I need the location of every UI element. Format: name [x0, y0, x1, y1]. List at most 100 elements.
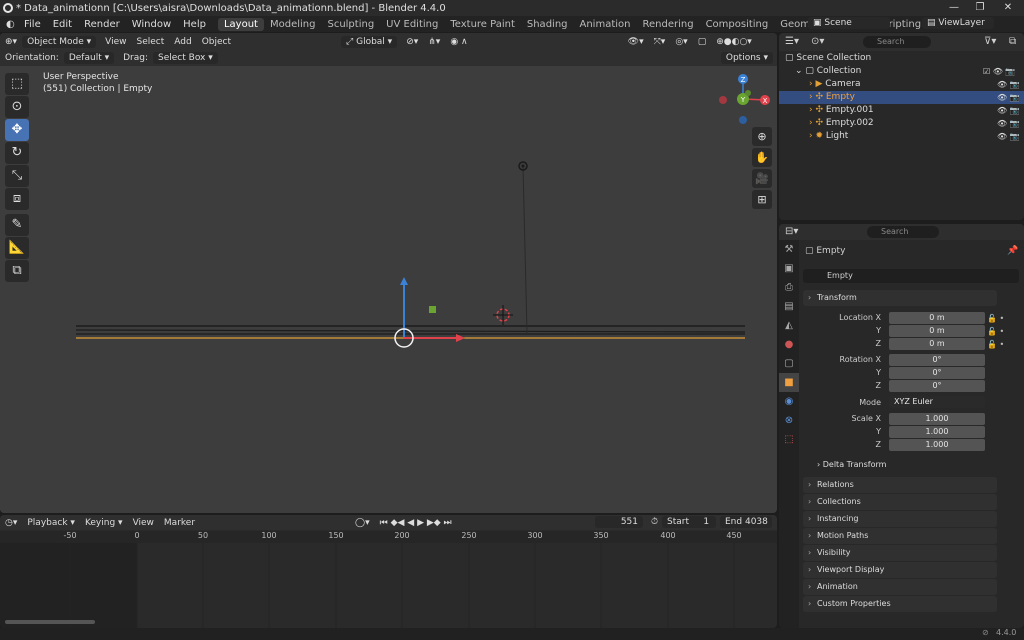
scale-z-field[interactable]: 1.000 [889, 439, 985, 451]
menu-help[interactable]: Help [177, 19, 212, 30]
pin-icon[interactable]: 📌 [1007, 246, 1018, 256]
new-collection-icon[interactable]: ⧉ [1009, 36, 1016, 47]
physics-tab-icon[interactable]: ◉ [779, 392, 799, 411]
scene-selector[interactable]: ▣ Scene [808, 17, 890, 29]
collection-tab-icon[interactable]: ▢ [779, 354, 799, 373]
rotation-z-field[interactable]: 0° [889, 380, 985, 392]
data-tab-icon[interactable]: ⬚ [779, 430, 799, 449]
maximize-button[interactable]: ❐ [966, 0, 994, 16]
filter-icon[interactable]: ⊽▾ [984, 36, 996, 47]
auto-key-icon[interactable]: ◯▾ [350, 517, 375, 529]
render-tab-icon[interactable]: ▣ [779, 259, 799, 278]
tree-item-light[interactable]: › ✹ Light 👁 📷 [779, 130, 1024, 143]
current-frame-field[interactable]: 551 [595, 516, 643, 528]
timeline-editor-icon[interactable]: ◷▾ [0, 517, 22, 529]
frame-ruler[interactable]: -50 0 50 100 150 200 250 300 350 400 450 [0, 531, 777, 543]
world-tab-icon[interactable]: ● [779, 335, 799, 354]
transform-section-header[interactable]: Transform [803, 290, 997, 306]
close-button[interactable]: ✕ [994, 0, 1022, 16]
constraints-tab-icon[interactable]: ⊗ [779, 411, 799, 430]
zoom-icon[interactable]: ⊕ [752, 127, 772, 146]
stopwatch-icon[interactable]: ⏱ [646, 516, 663, 528]
tick-label: -50 [63, 531, 77, 540]
tab-layout[interactable]: Layout [217, 17, 264, 31]
collection-visibility-icons[interactable]: ☑ 👁 📷 [983, 65, 1015, 78]
playback-menu[interactable]: Playback ▾ [22, 517, 80, 529]
timeline-track-area[interactable] [0, 543, 777, 628]
tree-item-empty[interactable]: › ✣ Empty 👁 📷 [779, 91, 1024, 104]
visibility-section[interactable]: Visibility [803, 545, 997, 561]
instancing-section[interactable]: Instancing [803, 511, 997, 527]
rotation-mode-dropdown[interactable]: XYZ Euler [889, 396, 985, 408]
collections-section[interactable]: Collections [803, 494, 997, 510]
blender-menu-icon[interactable]: ◐ [0, 19, 18, 30]
location-y-field[interactable]: 0 m [889, 325, 985, 337]
pan-hand-icon[interactable]: ✋ [752, 148, 772, 167]
relations-section[interactable]: Relations [803, 477, 997, 493]
tab-compositing[interactable]: Compositing [700, 18, 775, 31]
object-tab-icon[interactable]: ■ [779, 373, 799, 392]
properties-search-input[interactable]: Search [867, 226, 939, 238]
timeline-scrollbar[interactable] [5, 620, 95, 624]
tab-animation[interactable]: Animation [574, 18, 637, 31]
lock-toggles[interactable]: 🔓 • 🔓 • 🔓 • [987, 312, 1017, 351]
playback-controls[interactable]: ⏮ ◆◀ ◀ ▶ ▶◆ ⏭ [375, 517, 457, 529]
tab-sculpting[interactable]: Sculpting [321, 18, 380, 31]
menu-edit[interactable]: Edit [47, 19, 78, 30]
start-frame-field[interactable]: Start 1 [662, 516, 716, 528]
tree-collection[interactable]: ⌄ ▢ Collection ☑ 👁 📷 [779, 65, 1024, 78]
view-layer-tab-icon[interactable]: ▤ [779, 297, 799, 316]
empty-origin-marker[interactable] [429, 306, 436, 313]
empty-002-visibility-icons[interactable]: 👁 📷 [997, 117, 1020, 130]
tree-scene-collection[interactable]: ▢ Scene Collection [779, 52, 1024, 65]
outliner-search-input[interactable]: Search [863, 36, 931, 48]
collection-expand-icon[interactable]: ⌄ ▢ [795, 66, 817, 76]
tree-item-empty-001[interactable]: › ✣ Empty.001 👁 📷 [779, 104, 1024, 117]
rotation-x-field[interactable]: 0° [889, 354, 985, 366]
tab-rendering[interactable]: Rendering [636, 18, 699, 31]
delta-transform-header[interactable]: › Delta Transform [817, 460, 886, 469]
tree-item-camera[interactable]: › ▶ Camera 👁 📷 [779, 78, 1024, 91]
tab-texture-paint[interactable]: Texture Paint [444, 18, 521, 31]
empty-001-visibility-icons[interactable]: 👁 📷 [997, 104, 1020, 117]
rotation-y-field[interactable]: 0° [889, 367, 985, 379]
scale-x-field[interactable]: 1.000 [889, 413, 985, 425]
object-name-field[interactable]: Empty [803, 269, 1019, 283]
tool-tab-icon[interactable]: ⚒ [779, 240, 799, 259]
3d-cursor-icon[interactable] [493, 305, 513, 325]
navigation-gizmo[interactable]: Z X Y [715, 73, 775, 128]
location-z-field[interactable]: 0 m [889, 338, 985, 350]
marker-menu[interactable]: Marker [159, 517, 200, 529]
view-layer-selector[interactable]: ▤ ViewLayer [922, 17, 994, 29]
menu-file[interactable]: File [18, 19, 47, 30]
ortho-grid-icon[interactable]: ⊞ [752, 190, 772, 209]
display-mode-icon[interactable]: ⊙▾ [811, 36, 824, 47]
properties-editor-icon[interactable]: ⊟▾ [785, 226, 798, 237]
menu-window[interactable]: Window [126, 19, 177, 30]
location-x-field[interactable]: 0 m [889, 312, 985, 324]
3d-viewport[interactable]: ⊕▾ Object Mode ▾ View Select Add Object … [0, 33, 777, 513]
tab-uv-editing[interactable]: UV Editing [380, 18, 444, 31]
camera-view-icon[interactable]: 🎥 [752, 169, 772, 188]
motion-paths-section[interactable]: Motion Paths [803, 528, 997, 544]
menu-render[interactable]: Render [78, 19, 126, 30]
scale-y-field[interactable]: 1.000 [889, 426, 985, 438]
end-frame-field[interactable]: End 4038 [720, 516, 772, 528]
keying-menu[interactable]: Keying ▾ [80, 517, 128, 529]
timeline-view-menu[interactable]: View [128, 517, 159, 529]
empty-visibility-icons[interactable]: 👁 📷 [997, 91, 1020, 104]
outliner-editor-icon[interactable]: ☰▾ [785, 36, 799, 47]
scene-tab-icon[interactable]: ◭ [779, 316, 799, 335]
camera-visibility-icons[interactable]: 👁 📷 [997, 78, 1020, 91]
tab-shading[interactable]: Shading [521, 18, 574, 31]
light-visibility-icons[interactable]: 👁 📷 [997, 130, 1020, 143]
viewport-display-section[interactable]: Viewport Display [803, 562, 997, 578]
output-tab-icon[interactable]: ⎙ [779, 278, 799, 297]
animation-section[interactable]: Animation [803, 579, 997, 595]
minimize-button[interactable]: — [940, 0, 968, 16]
tab-modeling[interactable]: Modeling [264, 18, 322, 31]
scene-icon: ▣ [813, 18, 825, 28]
tree-item-empty-002[interactable]: › ✣ Empty.002 👁 📷 [779, 117, 1024, 130]
custom-properties-section[interactable]: Custom Properties [803, 596, 997, 612]
viewport-scene[interactable] [0, 33, 777, 513]
